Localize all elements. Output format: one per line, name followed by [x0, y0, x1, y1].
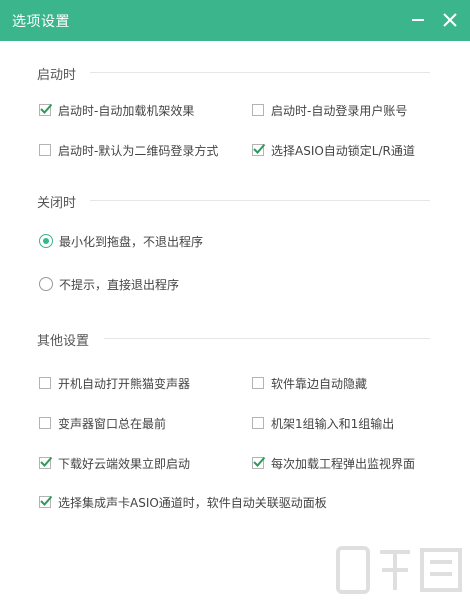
checkmark-icon: [40, 495, 53, 506]
checkbox[interactable]: [252, 143, 266, 156]
section-divider-other: [104, 338, 430, 339]
option-startup-qrcode-login[interactable]: 启动时-默认为二维码登录方式: [39, 141, 218, 159]
option-minimize-to-tray[interactable]: 最小化到拖盘，不退出程序: [39, 232, 203, 250]
checkmark-icon: [253, 456, 266, 467]
checkbox[interactable]: [252, 377, 264, 389]
option-startup-auto-login[interactable]: 启动时-自动登录用户账号: [252, 101, 407, 119]
option-label: 变声器窗口总在最前: [58, 416, 167, 431]
option-exit-directly[interactable]: 不提示，直接退出程序: [39, 275, 179, 293]
option-auto-hide-edge[interactable]: 软件靠边自动隐藏: [252, 374, 367, 392]
checkmark-icon: [40, 103, 53, 114]
option-startup-load-rack[interactable]: 启动时-自动加载机架效果: [39, 101, 194, 119]
checkbox[interactable]: [39, 103, 53, 116]
section-title-startup: 启动时: [37, 68, 77, 83]
option-label: 选择ASIO自动锁定L/R通道: [271, 143, 415, 158]
section-divider-startup: [90, 72, 430, 73]
option-label: 软件靠边自动隐藏: [271, 376, 368, 391]
checkmark-icon: [253, 143, 266, 154]
option-label: 机架1组输入和1组输出: [271, 416, 395, 431]
option-label: 开机自动打开熊猫变声器: [58, 376, 191, 391]
checkmark-icon: [40, 456, 53, 467]
minimize-icon: [412, 19, 424, 21]
option-label: 启动时-默认为二维码登录方式: [58, 143, 219, 158]
radio-button[interactable]: [39, 277, 53, 291]
option-label: 启动时-自动登录用户账号: [271, 103, 408, 118]
checkbox[interactable]: [39, 377, 51, 389]
window-title: 选项设置: [12, 14, 70, 30]
watermark-logo: [336, 546, 462, 594]
option-cloud-effect-autostart[interactable]: 下载好云端效果立即启动: [39, 454, 190, 472]
checkbox[interactable]: [252, 104, 264, 116]
option-asio-driver-panel[interactable]: 选择集成声卡ASIO通道时，软件自动关联驱动面板: [39, 493, 327, 511]
checkbox[interactable]: [252, 456, 266, 469]
minimize-button[interactable]: [408, 10, 428, 30]
option-label: 下载好云端效果立即启动: [58, 456, 191, 471]
section-divider-close: [90, 200, 430, 201]
option-asio-lock-lr[interactable]: 选择ASIO自动锁定L/R通道: [252, 141, 415, 159]
section-title-close: 关闭时: [37, 196, 77, 211]
option-monitor-popup[interactable]: 每次加载工程弹出监视界面: [252, 454, 415, 472]
checkbox[interactable]: [39, 456, 53, 469]
option-label: 不提示，直接退出程序: [59, 277, 180, 292]
option-always-on-top[interactable]: 变声器窗口总在最前: [39, 414, 166, 432]
option-autostart[interactable]: 开机自动打开熊猫变声器: [39, 374, 190, 392]
close-icon: [443, 13, 457, 27]
checkbox[interactable]: [252, 417, 264, 429]
option-rack-io[interactable]: 机架1组输入和1组输出: [252, 414, 394, 432]
checkbox[interactable]: [39, 417, 51, 429]
checkbox[interactable]: [39, 144, 51, 156]
option-label: 每次加载工程弹出监视界面: [271, 456, 416, 471]
option-label: 选择集成声卡ASIO通道时，软件自动关联驱动面板: [58, 495, 327, 510]
checkbox[interactable]: [39, 495, 53, 508]
title-bar: 选项设置: [0, 0, 470, 41]
option-label: 最小化到拖盘，不退出程序: [59, 234, 204, 249]
radio-button[interactable]: [39, 234, 53, 248]
option-label: 启动时-自动加载机架效果: [58, 103, 195, 118]
section-title-other: 其他设置: [37, 334, 90, 349]
close-button[interactable]: [440, 10, 460, 30]
